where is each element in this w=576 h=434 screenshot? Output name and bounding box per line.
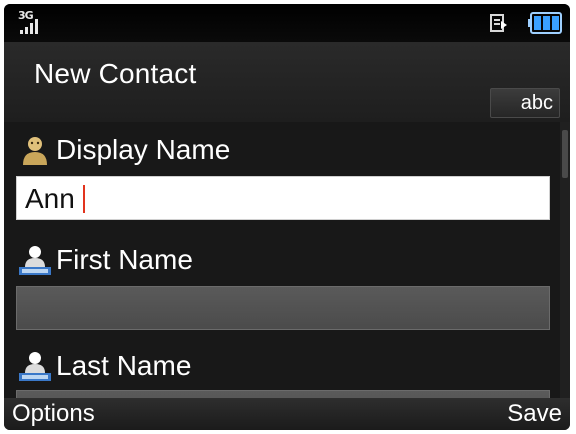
header: New Contact abc <box>4 42 570 122</box>
scrollbar[interactable] <box>560 122 570 398</box>
last-name-label: Last Name <box>18 346 191 386</box>
battery-full-icon <box>528 12 562 34</box>
scroll-thumb[interactable] <box>562 130 568 178</box>
save-softkey[interactable]: Save <box>507 400 562 428</box>
phone-screen: 3G New Contact abc Display Name Ann Firs… <box>4 4 570 430</box>
first-name-label: First Name <box>18 240 193 280</box>
message-indicator-icon <box>490 14 507 32</box>
person-icon <box>23 137 47 165</box>
text-caret <box>83 185 85 213</box>
display-name-field[interactable]: Ann <box>16 176 550 220</box>
signal-bars-icon <box>20 19 38 34</box>
first-name-label-text: First Name <box>56 244 193 275</box>
person-card-icon <box>19 246 51 275</box>
contact-form: Display Name Ann First Name Last Name <box>4 122 570 430</box>
signal-indicator: 3G <box>18 10 58 36</box>
first-name-field[interactable] <box>16 286 550 330</box>
input-mode-indicator: abc <box>490 88 560 118</box>
page-title: New Contact <box>34 58 197 89</box>
display-name-label-text: Display Name <box>56 134 231 165</box>
person-card-icon <box>19 352 51 381</box>
options-softkey[interactable]: Options <box>12 400 95 428</box>
display-name-label: Display Name <box>18 130 230 170</box>
softkey-bar: Options Save <box>4 398 570 430</box>
display-name-value: Ann <box>25 183 75 214</box>
status-bar: 3G <box>4 4 570 42</box>
last-name-label-text: Last Name <box>56 350 192 381</box>
